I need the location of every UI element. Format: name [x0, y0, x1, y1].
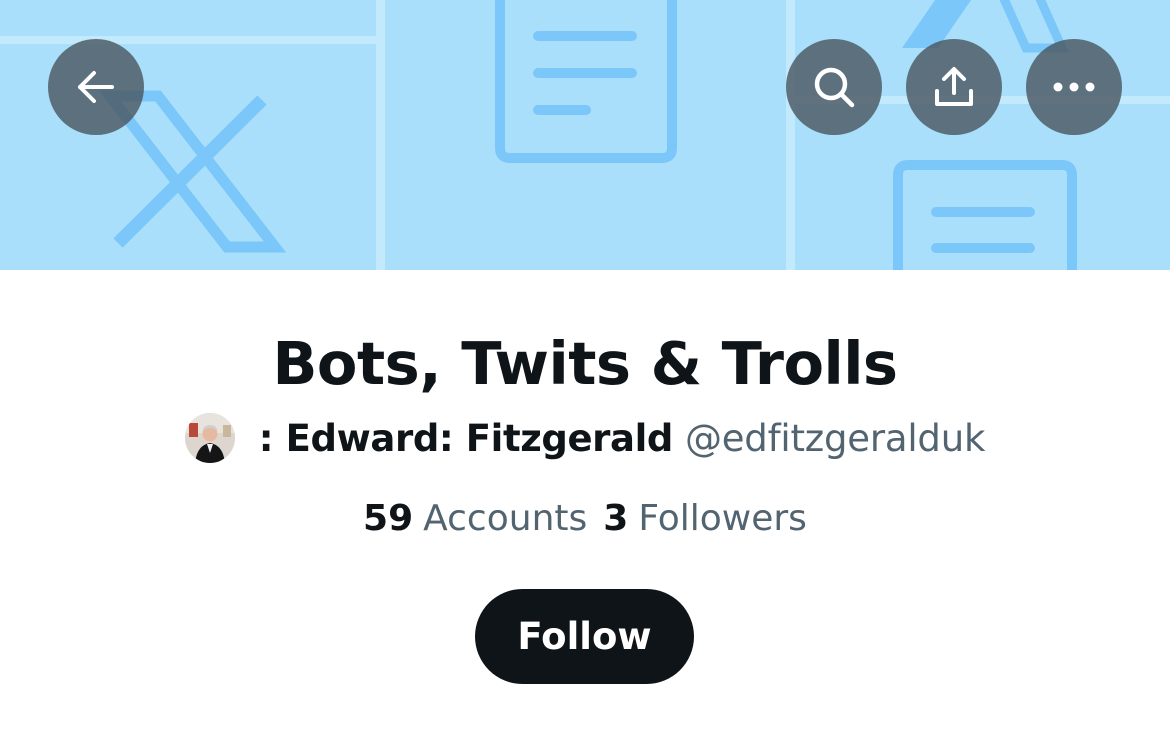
- followers-count: 3: [603, 497, 629, 539]
- share-upload-icon: [935, 67, 973, 106]
- owner-handle[interactable]: @edfitzgeralduk: [685, 417, 985, 460]
- back-button[interactable]: [48, 39, 144, 135]
- search-icon: [814, 67, 855, 108]
- follow-button[interactable]: Follow: [475, 589, 694, 684]
- followers-stat[interactable]: 3 Followers: [603, 498, 807, 539]
- list-owner[interactable]: : Edward: Fitzgerald @edfitzgeralduk: [0, 408, 1170, 468]
- followers-label: Followers: [638, 497, 807, 539]
- accounts-count: 59: [363, 497, 414, 539]
- search-button[interactable]: [786, 39, 882, 135]
- arrow-left-icon: [78, 71, 114, 103]
- accounts-stat[interactable]: 59 Accounts: [363, 498, 587, 539]
- list-profile-page: Bots, Twits & Trolls : Edward: Fitzgeral…: [0, 0, 1170, 729]
- list-banner: [0, 0, 1170, 270]
- accounts-label: Accounts: [423, 497, 588, 539]
- more-horizontal-icon: [1053, 82, 1095, 92]
- list-title: Bots, Twits & Trolls: [272, 329, 898, 398]
- avatar-photo: [184, 413, 235, 463]
- list-stats: 59 Accounts 3 Followers: [0, 490, 1170, 546]
- share-button[interactable]: [906, 39, 1002, 135]
- avatar[interactable]: [184, 413, 235, 463]
- more-options-button[interactable]: [1026, 39, 1122, 135]
- banner-pattern: [0, 0, 1170, 270]
- owner-name[interactable]: : Edward: Fitzgerald: [259, 417, 674, 460]
